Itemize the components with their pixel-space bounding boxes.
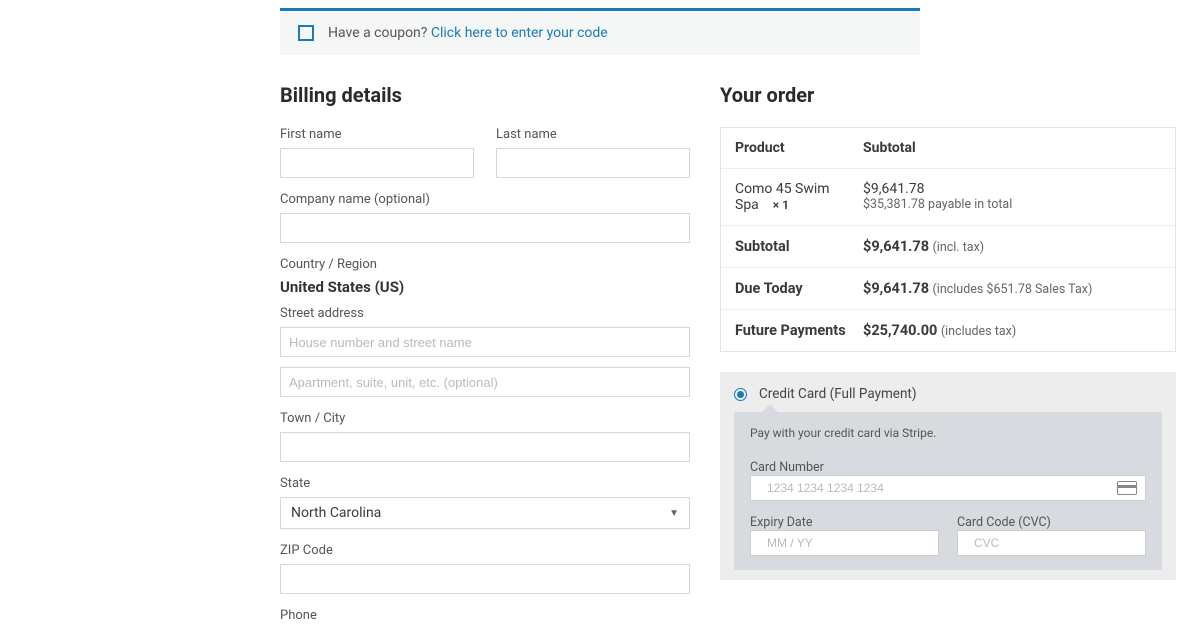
order-due-label: Due Today	[735, 280, 863, 297]
zip-input[interactable]	[280, 564, 690, 594]
credit-card-icon	[1117, 481, 1137, 495]
billing-heading: Billing details	[280, 83, 690, 107]
order-header-product: Product	[735, 140, 863, 156]
city-input[interactable]	[280, 432, 690, 462]
first-name-label: First name	[280, 127, 474, 142]
coupon-prompt: Have a coupon?	[328, 25, 427, 41]
order-item-total-note: $35,381.78 payable in total	[863, 197, 1161, 212]
order-future-value: $25,740.00	[863, 322, 937, 339]
order-item-price: $9,641.78	[863, 181, 1161, 197]
street2-input[interactable]	[280, 367, 690, 397]
state-label: State	[280, 476, 690, 491]
coupon-text: Have a coupon? Click here to enter your …	[328, 25, 608, 41]
zip-label: ZIP Code	[280, 543, 690, 558]
state-value: North Carolina	[291, 505, 381, 521]
payment-section: Credit Card (Full Payment) Pay with your…	[720, 372, 1176, 580]
radio-selected-icon	[734, 388, 747, 401]
order-subtotal-label: Subtotal	[735, 238, 863, 255]
order-due-value: $9,641.78	[863, 280, 929, 297]
state-select[interactable]: North Carolina ▼	[280, 497, 690, 529]
expiry-input[interactable]	[759, 531, 930, 555]
order-table: Product Subtotal Como 45 Swim Spa × 1 $9…	[720, 127, 1176, 352]
order-due-note: (includes $651.78 Sales Tax)	[933, 282, 1093, 297]
company-input[interactable]	[280, 213, 690, 243]
order-header-subtotal: Subtotal	[863, 140, 1161, 156]
street-input[interactable]	[280, 327, 690, 357]
company-label: Company name (optional)	[280, 192, 690, 207]
order-subtotal-note: (incl. tax)	[933, 240, 985, 255]
order-subtotal-value: $9,641.78	[863, 238, 929, 255]
coupon-link[interactable]: Click here to enter your code	[431, 25, 608, 41]
payment-method-label: Credit Card (Full Payment)	[759, 386, 917, 402]
payment-note: Pay with your credit card via Stripe.	[750, 426, 1146, 440]
card-number-label: Card Number	[750, 460, 824, 475]
card-number-input[interactable]	[759, 476, 1117, 500]
order-future-label: Future Payments	[735, 322, 863, 339]
street-label: Street address	[280, 306, 690, 321]
coupon-banner: Have a coupon? Click here to enter your …	[280, 11, 920, 55]
last-name-label: Last name	[496, 127, 690, 142]
cvc-input[interactable]	[966, 531, 1137, 555]
country-value: United States (US)	[280, 278, 690, 296]
chevron-down-icon: ▼	[669, 508, 679, 519]
cvc-label: Card Code (CVC)	[957, 515, 1051, 530]
city-label: Town / City	[280, 411, 690, 426]
order-future-note: (includes tax)	[941, 324, 1016, 339]
order-item-qty: × 1	[773, 198, 789, 212]
last-name-input[interactable]	[496, 148, 690, 178]
order-heading: Your order	[720, 83, 1176, 107]
phone-label: Phone	[280, 608, 690, 623]
expiry-label: Expiry Date	[750, 515, 812, 530]
country-label: Country / Region	[280, 257, 690, 272]
payment-method-radio[interactable]: Credit Card (Full Payment)	[734, 386, 1162, 402]
first-name-input[interactable]	[280, 148, 474, 178]
coupon-icon	[298, 25, 314, 41]
